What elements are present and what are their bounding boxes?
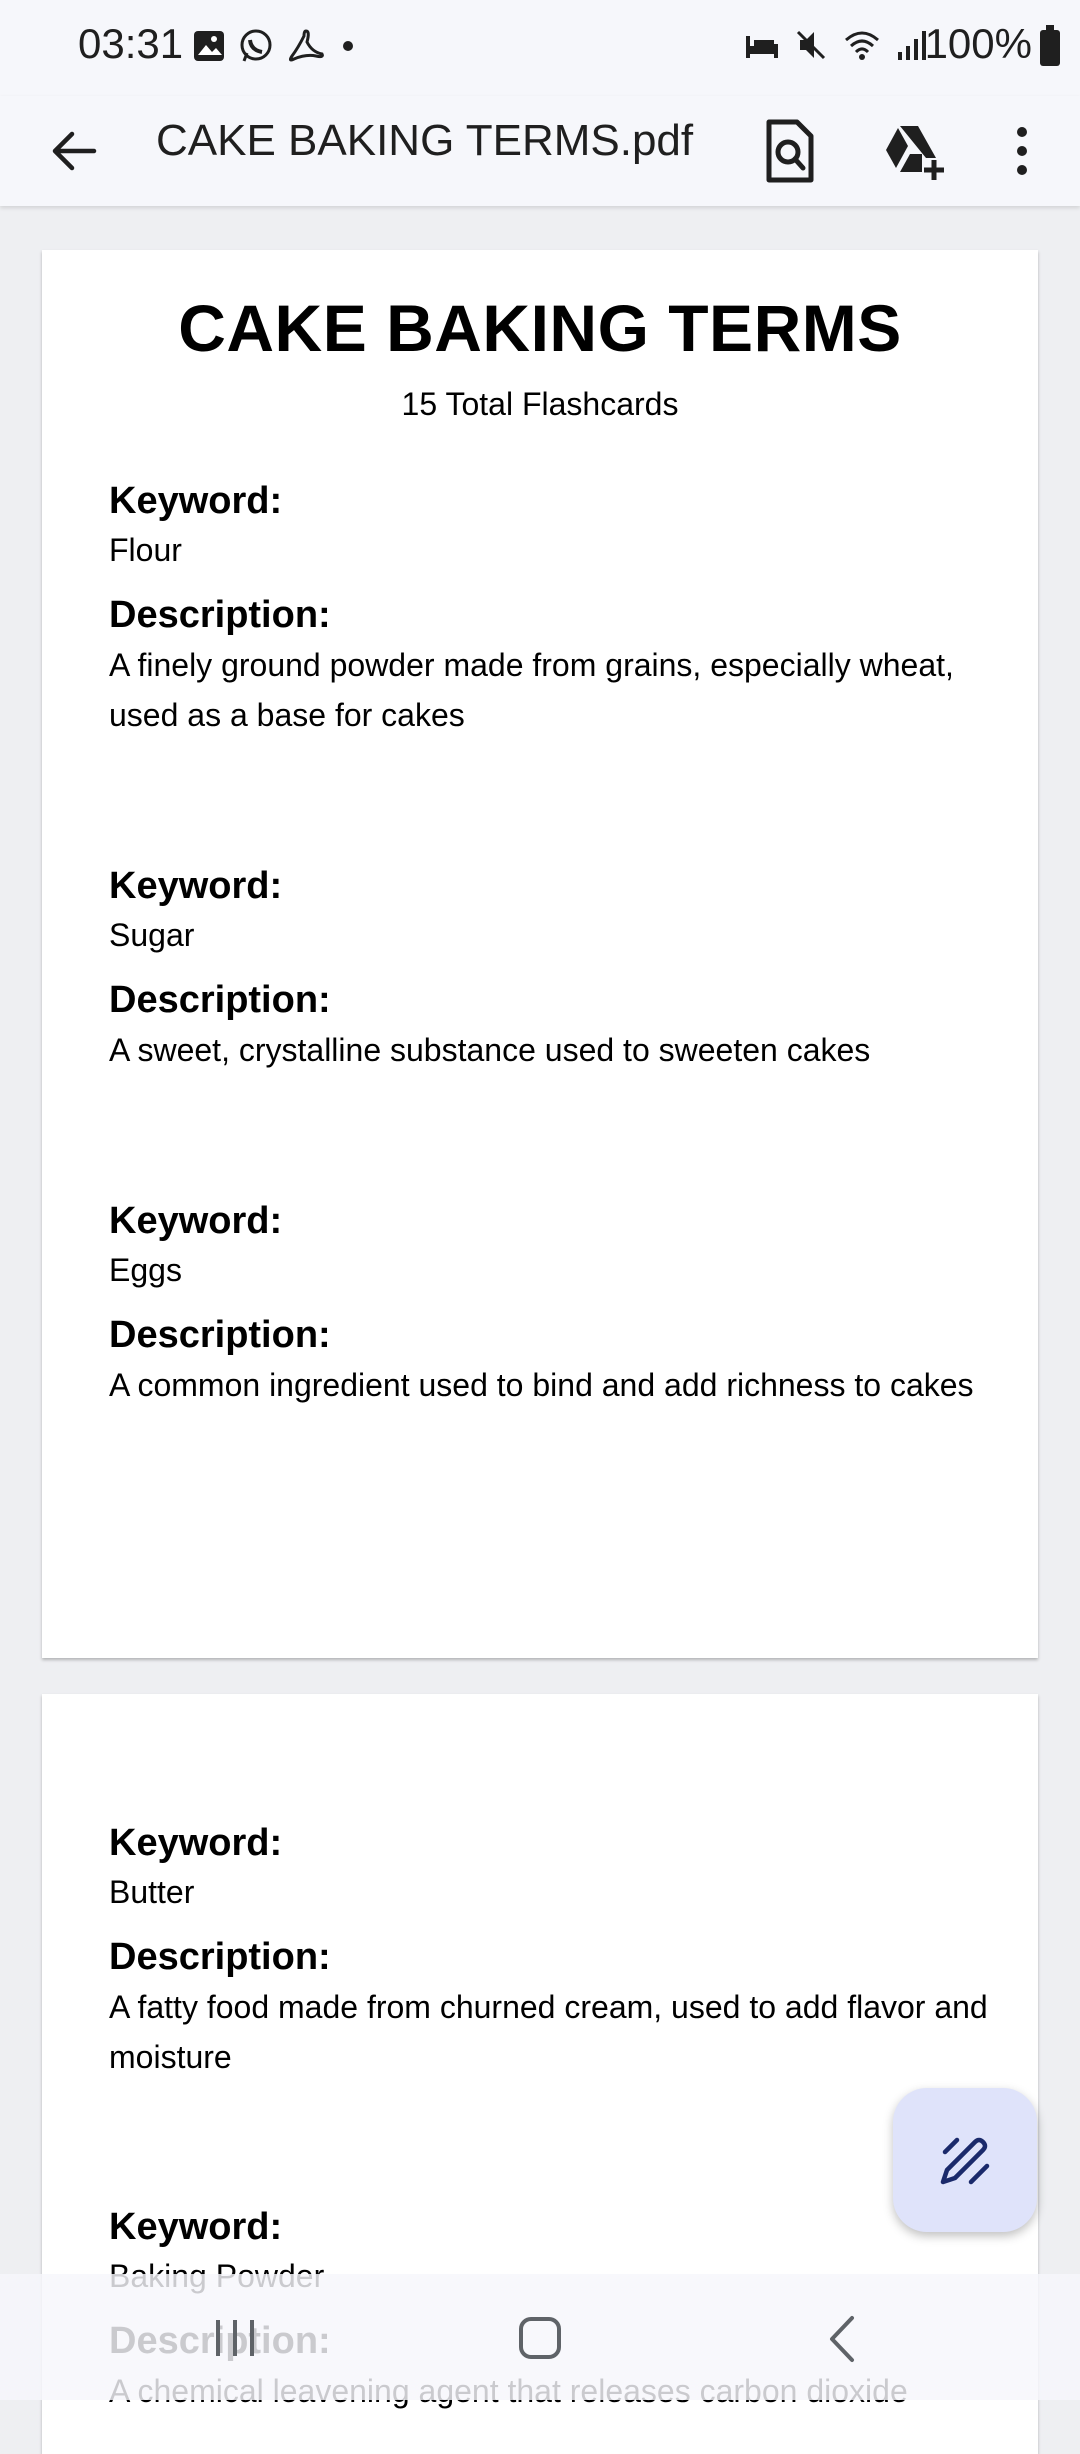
- system-navigation-bar: [0, 2274, 1080, 2400]
- keyword-value: Sugar: [109, 917, 195, 953]
- status-right-icons: [744, 28, 930, 62]
- keyword-value: Flour: [109, 532, 182, 568]
- whatsapp-icon: [240, 29, 272, 62]
- dot-icon: [343, 41, 353, 51]
- acrobat-icon: [288, 29, 324, 62]
- description-value: A fatty food made from churned cream, us…: [109, 1989, 988, 2075]
- description-value: A finely ground powder made from grains,…: [109, 647, 954, 733]
- description-label: Description:: [109, 1314, 331, 1356]
- back-arrow-icon: [52, 131, 97, 171]
- document-subtitle: 15 Total Flashcards: [401, 386, 679, 422]
- pdf-page-1: CAKE BAKING TERMS 15 Total Flashcards Ke…: [42, 250, 1038, 1658]
- add-to-drive-button[interactable]: [878, 114, 948, 188]
- keyword-value: Eggs: [109, 1252, 182, 1288]
- flashcard-entry: Keyword: Butter Description: A fatty foo…: [109, 1820, 989, 2082]
- keyword-label: Keyword:: [109, 480, 283, 522]
- edit-pen-icon: [940, 2137, 990, 2185]
- find-in-document-button[interactable]: [755, 114, 825, 188]
- find-in-document-icon: [766, 119, 814, 183]
- description-value: A common ingredient used to bind and add…: [109, 1367, 974, 1403]
- sleep-icon: [746, 36, 778, 58]
- nav-back-button[interactable]: [822, 2314, 862, 2369]
- status-bar: 03:31 100%: [0, 0, 1080, 96]
- keyword-label: Keyword:: [109, 2206, 283, 2248]
- more-vert-icon: [1017, 127, 1027, 175]
- flashcard-entry: Keyword: Flour Description: A finely gro…: [109, 478, 989, 740]
- keyword-label: Keyword:: [109, 865, 283, 907]
- keyword-label: Keyword:: [109, 1822, 283, 1864]
- more-options-button[interactable]: [1000, 114, 1044, 188]
- mute-icon: [796, 30, 826, 60]
- recents-icon: [216, 2320, 254, 2356]
- back-button[interactable]: [44, 120, 106, 182]
- keyword-label: Keyword:: [109, 1200, 283, 1242]
- wifi-icon: [845, 31, 879, 60]
- status-left-icons: [192, 28, 358, 64]
- recents-button[interactable]: [210, 2316, 260, 2365]
- flashcard-entry: Keyword: Eggs Description: A common ingr…: [109, 1198, 989, 1410]
- description-label: Description:: [109, 979, 331, 1021]
- app-bar: CAKE BAKING TERMS.pdf: [0, 96, 1080, 206]
- home-icon: [519, 2317, 561, 2359]
- description-label: Description:: [109, 1936, 331, 1978]
- annotate-fab-button[interactable]: [893, 2088, 1037, 2232]
- keyword-value: Butter: [109, 1874, 195, 1910]
- add-to-drive-icon: [886, 126, 944, 180]
- battery-percentage: 100%: [924, 20, 1032, 67]
- battery-icon: [1040, 25, 1060, 66]
- back-icon: [830, 2316, 854, 2362]
- document-title-bar: CAKE BAKING TERMS.pdf: [156, 116, 694, 165]
- gallery-icon: [194, 31, 224, 61]
- home-button[interactable]: [518, 2316, 562, 2365]
- description-label: Description:: [109, 594, 331, 636]
- status-time: 03:31: [78, 20, 184, 67]
- flashcard-entry: Keyword: Sugar Description: A sweet, cry…: [109, 863, 989, 1075]
- document-heading: CAKE BAKING TERMS: [178, 291, 902, 365]
- description-value: A sweet, crystalline substance used to s…: [109, 1032, 871, 1068]
